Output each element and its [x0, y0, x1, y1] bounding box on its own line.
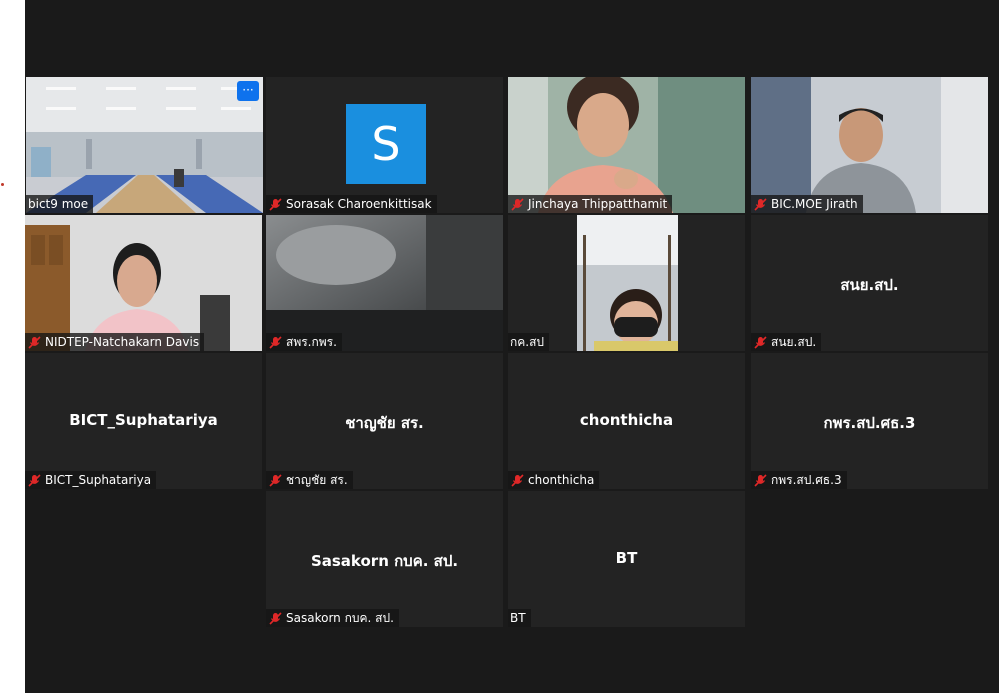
muted-mic-icon	[754, 335, 767, 349]
participant-tile[interactable]: สนย.สป. สนย.สป.	[751, 215, 988, 351]
gallery-view: ··· bict9 moe S Sorasak Charoenkittisak …	[25, 0, 999, 693]
muted-mic-icon	[269, 335, 282, 349]
participant-name: สพร.กพร.	[286, 334, 337, 349]
participant-name-bar: Sasakorn กบค. สป.	[266, 609, 399, 627]
participant-name: สนย.สป.	[771, 334, 817, 349]
participant-name: chonthicha	[528, 473, 595, 487]
muted-mic-icon	[754, 473, 767, 487]
participant-name-bar: bict9 moe	[26, 195, 94, 213]
participant-display-name: chonthicha	[579, 411, 674, 429]
participant-tile[interactable]: S Sorasak Charoenkittisak	[266, 77, 503, 213]
participant-tile[interactable]: กพร.สป.ศธ.3 กพร.สป.ศธ.3	[751, 353, 988, 489]
participant-tile[interactable]: ชาญชัย สร. ชาญชัย สร.	[266, 353, 503, 489]
participant-name: กค.สป	[510, 334, 545, 349]
participant-display-name: BT	[615, 549, 638, 567]
participant-name-bar: NIDTEP-Natchakarn Davis	[25, 333, 205, 351]
participant-tile[interactable]: ··· bict9 moe	[26, 77, 263, 213]
muted-mic-icon	[269, 473, 282, 487]
video-feed	[266, 215, 503, 351]
muted-mic-icon	[269, 197, 282, 211]
participant-name-bar: สพร.กพร.	[266, 333, 342, 351]
participant-name-bar: กค.สป	[508, 333, 550, 351]
participant-tile[interactable]: Jinchaya Thippatthamit	[508, 77, 745, 213]
participant-name: ชาญชัย สร.	[286, 472, 348, 487]
participant-tile[interactable]: สพร.กพร.	[266, 215, 503, 351]
participant-name: กพร.สป.ศธ.3	[771, 472, 842, 487]
participant-display-name: Sasakorn กบค. สป.	[310, 552, 459, 570]
more-options-button[interactable]: ···	[237, 81, 259, 101]
participant-name-bar: BICT_Suphatariya	[25, 471, 157, 489]
muted-mic-icon	[28, 473, 41, 487]
muted-mic-icon	[28, 335, 41, 349]
participant-name-bar: ชาญชัย สร.	[266, 471, 353, 489]
participant-tile[interactable]: BIC.MOE Jirath	[751, 77, 988, 213]
participant-name-bar: Sorasak Charoenkittisak	[266, 195, 437, 213]
video-feed	[508, 215, 745, 351]
participant-tile[interactable]: กค.สป	[508, 215, 745, 351]
participant-name: Sorasak Charoenkittisak	[286, 197, 432, 211]
muted-mic-icon	[511, 197, 524, 211]
participant-name: Sasakorn กบค. สป.	[286, 610, 394, 625]
video-feed	[26, 77, 263, 213]
participant-tile[interactable]: Sasakorn กบค. สป. Sasakorn กบค. สป.	[266, 491, 503, 627]
participant-name: bict9 moe	[28, 197, 89, 211]
video-feed	[508, 77, 745, 213]
participant-name: BT	[510, 611, 526, 625]
participant-name-bar: chonthicha	[508, 471, 600, 489]
participant-tile[interactable]: BT BT	[508, 491, 745, 627]
participant-name-bar: Jinchaya Thippatthamit	[508, 195, 673, 213]
participant-tile[interactable]: BICT_Suphatariya BICT_Suphatariya	[25, 353, 262, 489]
participant-display-name: BICT_Suphatariya	[69, 411, 218, 429]
muted-mic-icon	[511, 473, 524, 487]
muted-mic-icon	[269, 611, 282, 625]
avatar: S	[346, 104, 426, 184]
video-feed	[751, 77, 988, 213]
muted-mic-icon	[754, 197, 767, 211]
participant-name-bar: สนย.สป.	[751, 333, 822, 351]
participant-display-name: กพร.สป.ศธ.3	[823, 414, 916, 432]
participant-tile[interactable]: NIDTEP-Natchakarn Davis	[25, 215, 262, 351]
participant-name: BIC.MOE Jirath	[771, 197, 858, 211]
video-feed	[25, 215, 262, 351]
participant-tile[interactable]: chonthicha chonthicha	[508, 353, 745, 489]
participant-name: NIDTEP-Natchakarn Davis	[45, 335, 200, 349]
participant-display-name: สนย.สป.	[840, 276, 899, 294]
edge-dot	[1, 183, 4, 186]
participant-display-name: ชาญชัย สร.	[345, 414, 424, 432]
participant-name-bar: กพร.สป.ศธ.3	[751, 471, 847, 489]
participant-name-bar: BIC.MOE Jirath	[751, 195, 863, 213]
participant-name: Jinchaya Thippatthamit	[528, 197, 668, 211]
participant-name: BICT_Suphatariya	[45, 473, 152, 487]
participant-name-bar: BT	[508, 609, 531, 627]
